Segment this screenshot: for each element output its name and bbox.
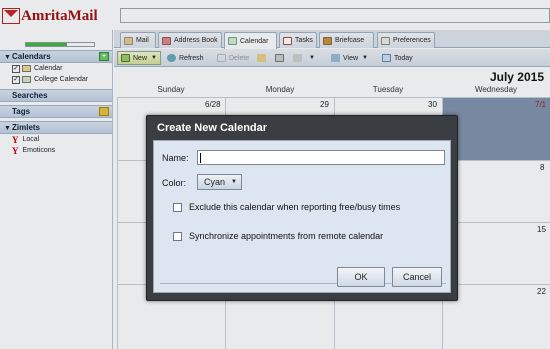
dialog-body: Name: Color: Cyan ▼ Exclude this calendar…: [153, 140, 451, 293]
sync-remote-label: Synchronize appointments from remote cal…: [189, 231, 384, 241]
color-select[interactable]: Cyan ▼: [197, 174, 242, 190]
exclude-free-busy-label: Exclude this calendar when reporting fre…: [189, 202, 401, 212]
exclude-free-busy-checkbox[interactable]: [173, 203, 182, 212]
create-calendar-dialog: Create New Calendar Name: Color: Cyan ▼ E…: [146, 115, 458, 301]
sync-remote-checkbox[interactable]: [173, 232, 182, 241]
dialog-title: Create New Calendar: [157, 122, 268, 134]
chevron-down-icon: ▼: [231, 179, 237, 185]
ok-button[interactable]: OK: [337, 267, 385, 287]
text-caret: [200, 153, 201, 163]
cancel-button[interactable]: Cancel: [392, 267, 442, 287]
name-label: Name:: [162, 153, 189, 163]
calendar-name-input[interactable]: [197, 150, 445, 165]
color-label: Color:: [162, 178, 187, 188]
